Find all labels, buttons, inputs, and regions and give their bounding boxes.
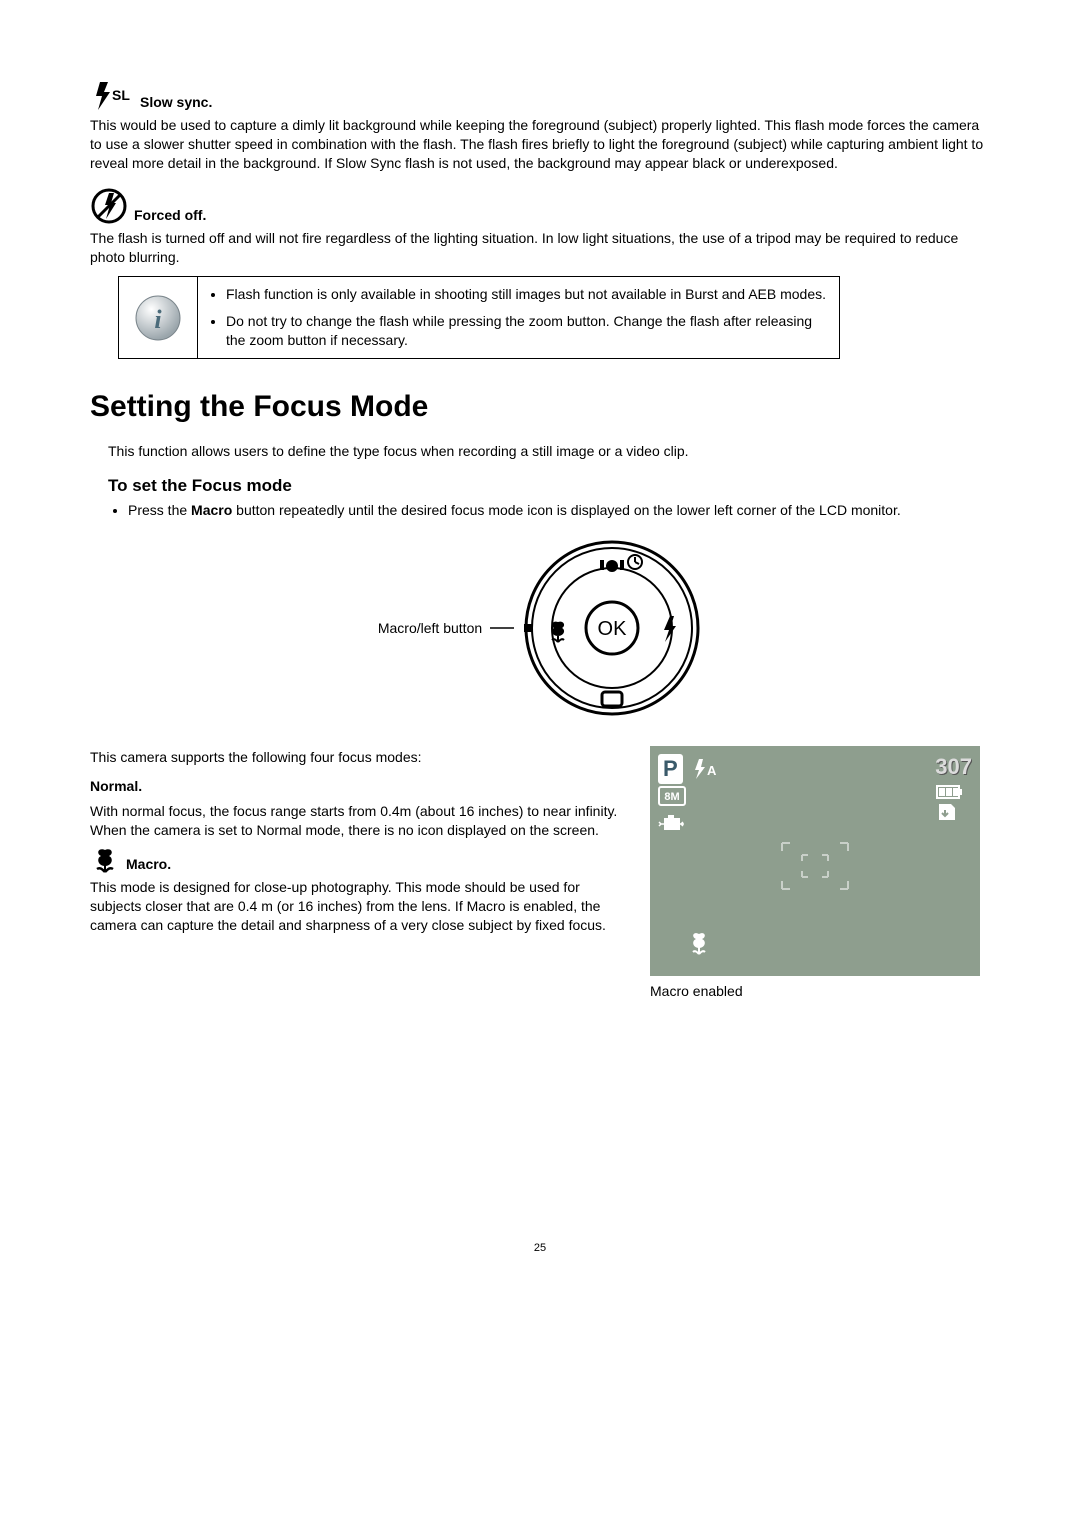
svg-text:SL: SL [112,87,130,103]
macro-heading: Macro. [90,848,622,874]
lcd-card-icon [935,802,972,822]
slow-sync-body: This would be used to capture a dimly li… [90,116,990,173]
forced-off-heading: Forced off. [90,187,990,225]
flash-off-icon [90,187,128,225]
lcd-shots-remaining: 307 [935,752,972,782]
controller-label: Macro/left button [378,619,482,638]
svg-text:i: i [154,305,162,334]
slow-sync-icon: SL [90,80,134,112]
lcd-stabilizer-icon [658,812,686,834]
flash-note-1: Flash function is only available in shoo… [226,285,829,304]
macro-title: Macro. [126,855,171,874]
focus-subheading: To set the Focus mode [108,475,990,498]
svg-text:OK: OK [598,618,628,640]
lcd-battery-icon [935,784,972,800]
focus-intro: This function allows users to define the… [108,442,990,461]
focus-supports: This camera supports the following four … [90,748,622,767]
lcd-screen: P A 307 8M [650,746,980,976]
page-number: 25 [90,1241,990,1256]
focus-heading: Setting the Focus Mode [90,387,990,428]
slow-sync-heading: SL Slow sync. [90,80,990,112]
lcd-caption: Macro enabled [650,982,990,1001]
flash-note-box: i Flash function is only available in sh… [118,276,840,359]
flash-note-2: Do not try to change the flash while pre… [226,312,829,350]
svg-text:A: A [707,763,717,778]
slow-sync-title: Slow sync. [140,93,212,112]
macro-body: This mode is designed for close-up photo… [90,878,622,935]
normal-title: Normal. [90,777,622,796]
lcd-resolution-icon: 8M [658,786,686,806]
controller-diagram: Macro/left button OK [90,538,990,718]
lcd-mode-badge: P [658,754,683,784]
lcd-flash-auto-icon: A [691,757,719,781]
normal-body: With normal focus, the focus range start… [90,802,622,840]
lcd-macro-icon [686,932,712,958]
info-icon: i [119,277,198,358]
forced-off-title: Forced off. [134,206,206,225]
focus-step-list: Press the Macro button repeatedly until … [90,501,990,520]
lcd-focus-brackets-icon [780,841,850,891]
svg-text:8M: 8M [664,791,679,803]
macro-icon [90,848,120,874]
flash-note-content: Flash function is only available in shoo… [198,277,839,358]
pointer-line-icon [490,627,514,629]
forced-off-body: The flash is turned off and will not fir… [90,229,990,267]
dial-icon: OK [522,538,702,718]
focus-step: Press the Macro button repeatedly until … [128,501,990,520]
